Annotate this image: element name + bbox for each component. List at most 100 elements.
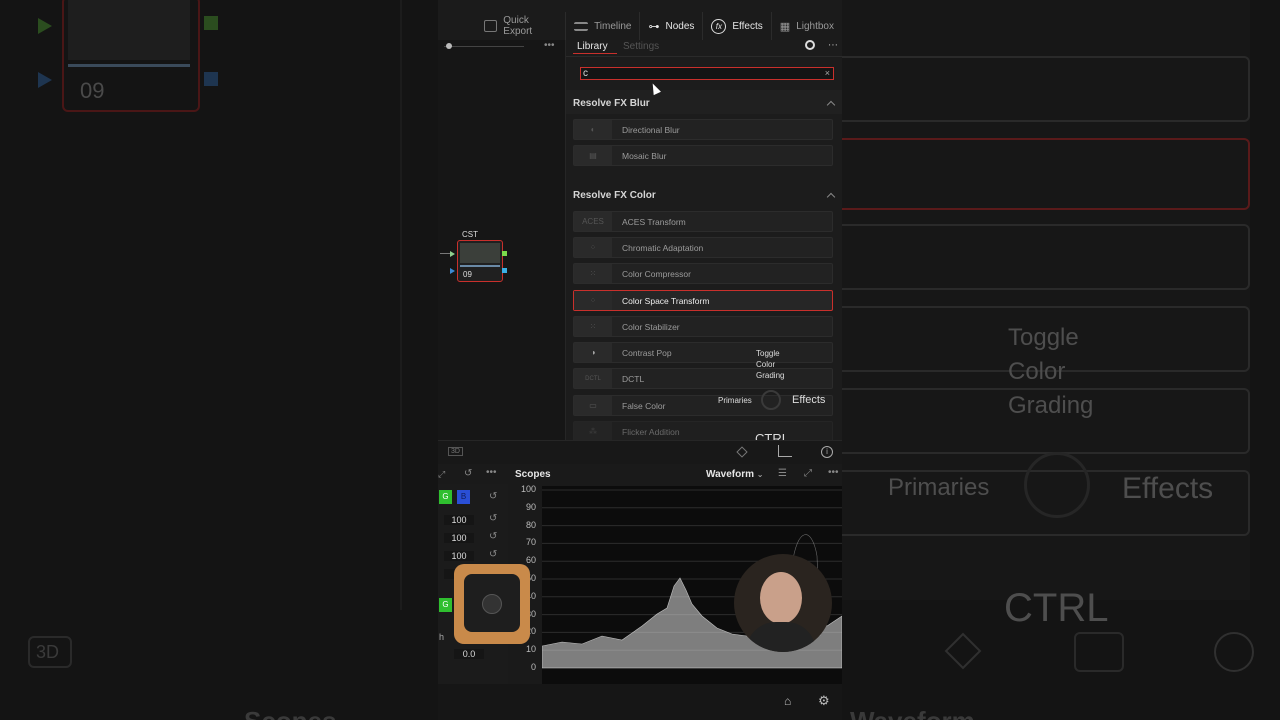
ghost-blue-square (204, 72, 218, 86)
reset-icon[interactable]: ↺ (489, 513, 497, 524)
reset-rgb-icon[interactable]: ↺ (489, 491, 497, 502)
ghost-primaries: Primaries (888, 474, 990, 501)
section-title-color[interactable]: Resolve FX Color (573, 190, 656, 201)
dctl-thumb-icon: DCTL (574, 369, 612, 388)
export-icon (484, 20, 498, 32)
control-knob (482, 594, 502, 614)
expand-left-icon[interactable]: ⤢ (438, 469, 445, 480)
blurred-left-background: 09 3D Scopes (0, 0, 438, 720)
fx-item-color-space-transform[interactable]: ⁘ Color Space Transform (573, 290, 833, 311)
home-icon[interactable]: ⌂ (784, 694, 791, 708)
false-color-thumb-icon: ▭ (574, 396, 612, 415)
control-surface-device (464, 574, 520, 632)
webcam-face (760, 572, 802, 624)
scope-options-icon[interactable]: ••• (828, 467, 839, 478)
node-label: CST (462, 230, 478, 239)
node-input-green[interactable] (450, 251, 455, 257)
zoom-slider[interactable] (444, 46, 524, 47)
reset-icon[interactable]: ↺ (489, 531, 497, 542)
effects-button[interactable]: fx Effects (703, 12, 772, 40)
fx-item-aces-transform[interactable]: ACES ACES Transform (573, 211, 833, 232)
page-toolbar: Quick Export Timeline ⊶ Nodes fx Effects… (438, 12, 842, 40)
scope-toggle-icon[interactable] (778, 445, 792, 457)
h-label: h (439, 632, 445, 642)
scope-expand-icon[interactable]: ⤢ (804, 468, 812, 479)
node-output-blue[interactable] (502, 268, 507, 273)
node-input-blue[interactable] (450, 268, 455, 274)
ghost-selected-row (830, 138, 1250, 210)
blurred-right-background: Toggle Color Grading Primaries Effects C… (830, 0, 1280, 720)
scope-settings-icon[interactable]: ☰ (778, 468, 787, 479)
keyframe-diamond-icon[interactable] (736, 446, 748, 458)
param-value[interactable]: 100 (444, 533, 474, 543)
zoom-slider-handle[interactable] (446, 43, 452, 49)
tab-settings[interactable]: Settings (623, 41, 659, 52)
timeline-button[interactable]: Timeline (566, 12, 641, 40)
ghost-green-triangle (38, 18, 52, 34)
contrast-pop-thumb-icon: ◑ (574, 343, 612, 362)
search-clear-icon[interactable]: × (825, 68, 830, 79)
scopes-title: Scopes (515, 469, 551, 480)
lightbox-icon: ▦ (779, 20, 791, 33)
channel-g-button[interactable]: G (439, 490, 452, 504)
gear-icon[interactable]: ⚙ (818, 693, 830, 709)
channel-g2-button[interactable]: G (439, 598, 452, 612)
lightbox-button[interactable]: ▦ Lightbox (772, 12, 842, 40)
bottom-param-value[interactable]: 0.0 (454, 649, 484, 659)
fx-item-label: Chromatic Adaptation (622, 242, 704, 253)
collapse-color-icon[interactable] (826, 192, 836, 202)
overlay-circle (761, 390, 781, 410)
fx-item-mosaic-blur[interactable]: ▤ Mosaic Blur (573, 145, 833, 166)
fx-item-label: False Color (622, 400, 666, 411)
page-footer: ⌂ ⚙ (438, 684, 842, 720)
param-value[interactable]: 100 (444, 515, 474, 525)
ghost-diamond-icon (944, 632, 982, 670)
reset-all-icon[interactable]: ↺ (464, 468, 472, 479)
fx-item-dctl[interactable]: DCTL DCTL (573, 368, 833, 389)
library-options-icon[interactable]: ⋯ (828, 40, 838, 51)
fx-item-label: Contrast Pop (622, 347, 672, 358)
node-output-green[interactable] (502, 251, 507, 256)
fx-item-label: ACES Transform (622, 216, 686, 227)
param-value[interactable]: 100 (444, 551, 474, 561)
node-options-icon[interactable]: ••• (544, 40, 555, 51)
effects-library: Library Settings ⋯ c × Resolve FX Blur ◐… (566, 40, 842, 442)
timeline-label: Timeline (594, 20, 632, 32)
overlay-primaries: Primaries (718, 396, 752, 405)
scope-mode-select[interactable]: Waveform ⌄ (706, 469, 763, 480)
quick-export-button[interactable]: Quick Export (438, 12, 567, 40)
ghost-toggle-l3: Grading (1008, 392, 1094, 419)
channel-b-button[interactable]: B (457, 490, 470, 504)
fx-item-color-compressor[interactable]: ⁙ Color Compressor (573, 263, 833, 284)
fx-item-chromatic-adaptation[interactable]: ⁘ Chromatic Adaptation (573, 237, 833, 258)
ghost-circle (1024, 452, 1090, 518)
node-graph[interactable]: ••• CST 09 (438, 40, 566, 440)
nodes-icon: ⊶ (648, 20, 660, 33)
3d-button[interactable]: 3D (448, 447, 463, 456)
fx-item-label: Color Compressor (622, 268, 691, 279)
reset-icon[interactable]: ↺ (489, 549, 497, 560)
search-input[interactable]: c × (580, 67, 834, 80)
search-icon[interactable] (805, 40, 815, 50)
ghost-info-icon (1214, 632, 1254, 672)
library-tabs: Library Settings ⋯ (566, 40, 842, 56)
section-title-blur[interactable]: Resolve FX Blur (573, 98, 650, 109)
chevron-down-icon: ⌄ (756, 470, 764, 479)
node-thumbnail (460, 243, 500, 263)
fx-item-flicker-addition[interactable]: ⁂ Flicker Addition (573, 421, 833, 442)
waveform-y-tick: 60 (525, 555, 536, 566)
fx-item-contrast-pop[interactable]: ◑ Contrast Pop (573, 342, 833, 363)
search-input-value: c (583, 68, 588, 79)
overlay-toggle-l3: Grading (756, 371, 785, 380)
nodes-label: Nodes (665, 20, 695, 32)
fx-item-label: Color Stabilizer (622, 321, 680, 332)
fx-item-directional-blur[interactable]: ◐ Directional Blur (573, 119, 833, 140)
resolve-panel: Quick Export Timeline ⊶ Nodes fx Effects… (438, 0, 842, 720)
tab-library[interactable]: Library (577, 41, 608, 52)
info-icon[interactable]: i (821, 446, 833, 458)
params-options-icon[interactable]: ••• (486, 467, 497, 478)
ghost-green-square (204, 16, 218, 30)
fx-item-color-stabilizer[interactable]: ⁙ Color Stabilizer (573, 316, 833, 337)
nodes-button[interactable]: ⊶ Nodes (640, 12, 704, 40)
node-cst[interactable]: 09 (457, 240, 503, 282)
